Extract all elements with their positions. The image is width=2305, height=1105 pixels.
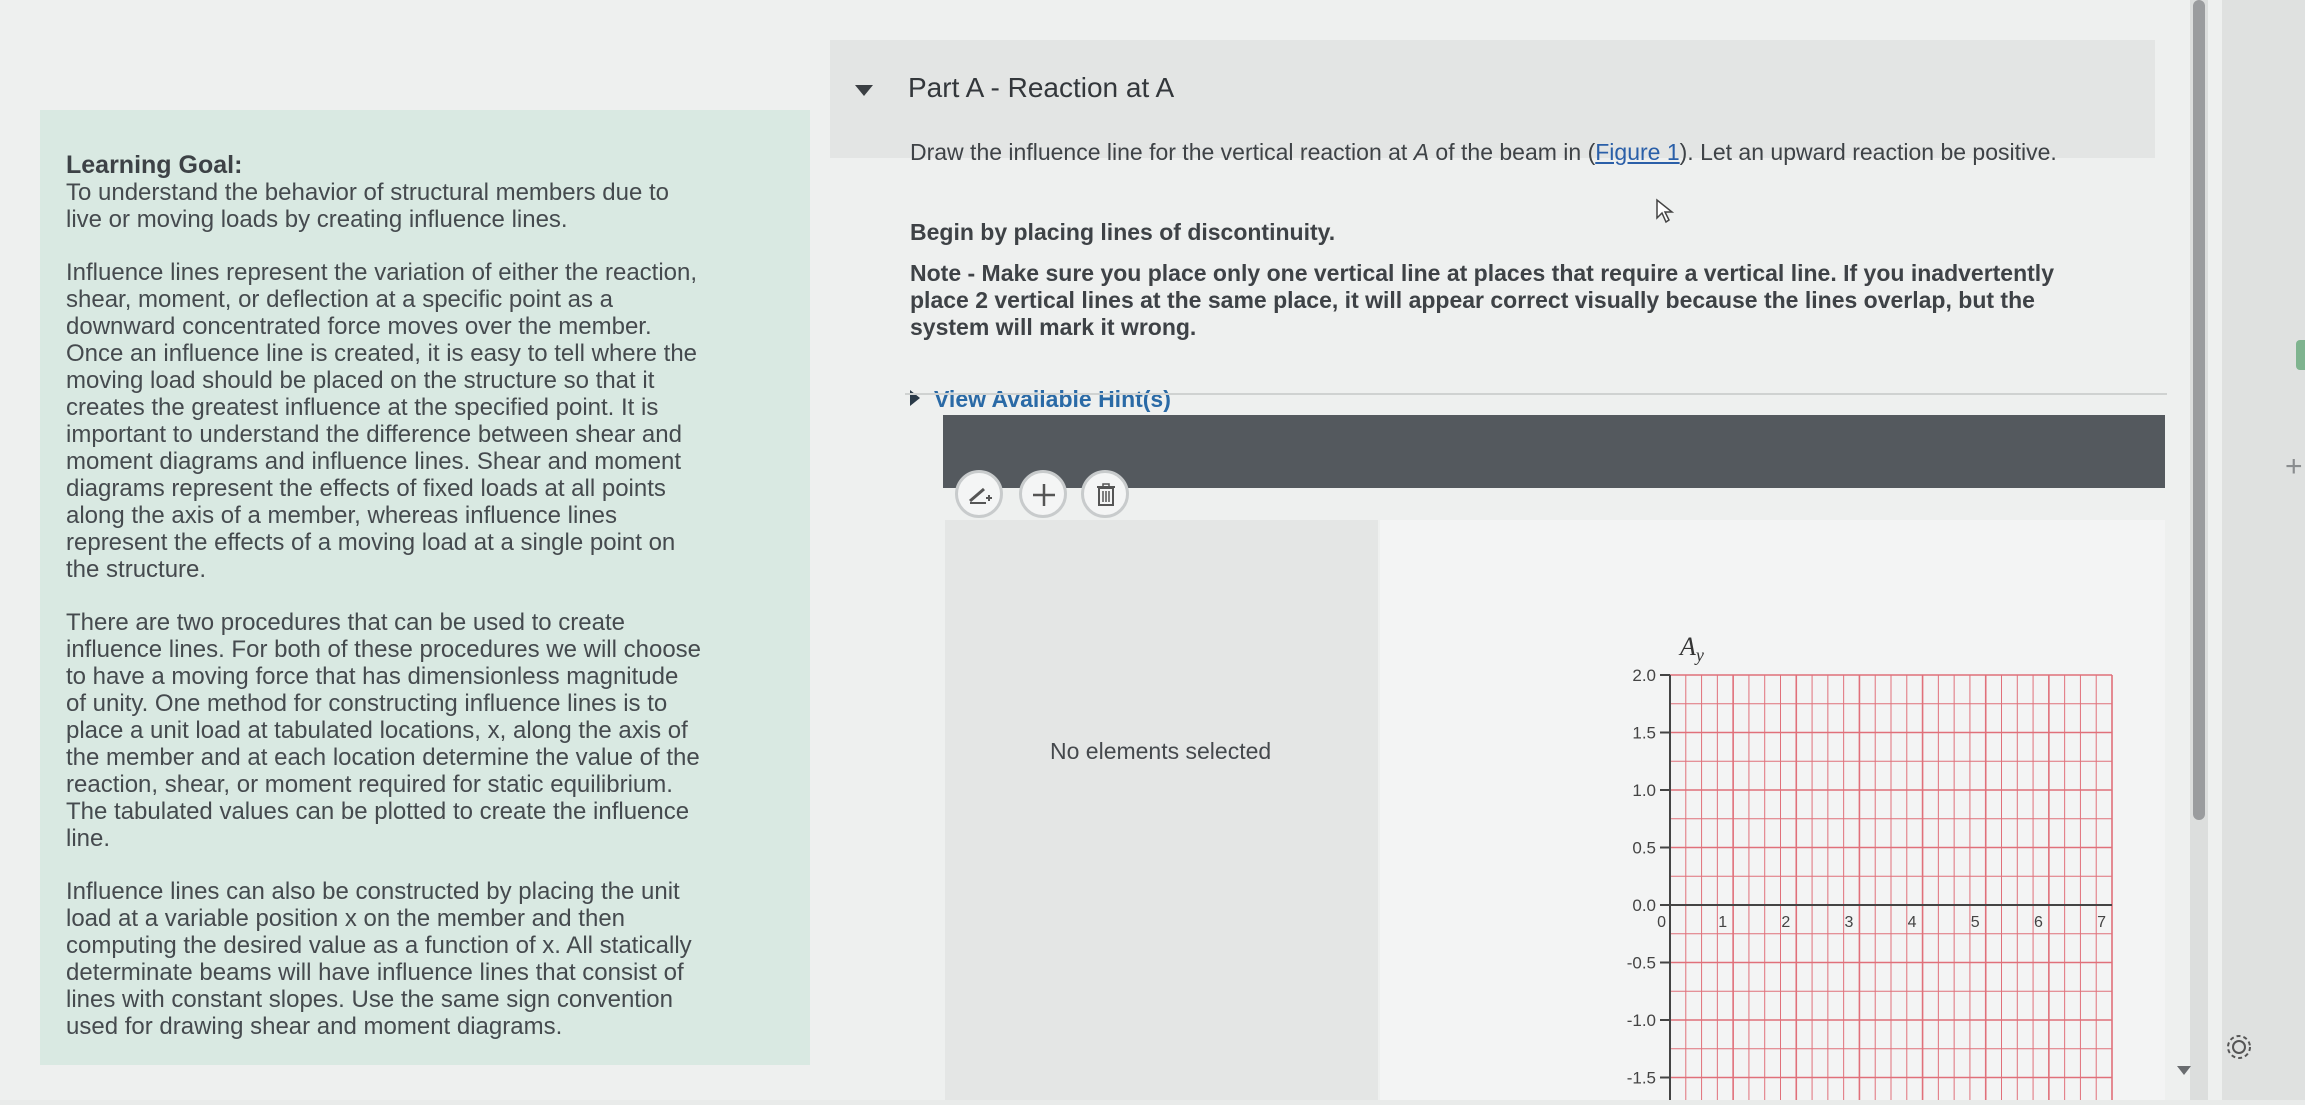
x-tick-label: 4 xyxy=(1908,914,1917,931)
note-text: Note - Make sure you place only one vert… xyxy=(910,260,2054,340)
add-button[interactable] xyxy=(1019,470,1067,518)
y-tick-label: -1.0 xyxy=(1627,1011,1656,1030)
figure-link[interactable]: Figure 1 xyxy=(1595,139,1679,165)
x-tick-label: 6 xyxy=(2034,914,2043,931)
hint-label: View Available Hint(s) xyxy=(934,386,1171,412)
side-tab[interactable] xyxy=(2296,340,2305,370)
y-tick-label: -1.5 xyxy=(1627,1069,1656,1088)
right-side-strip xyxy=(2222,0,2305,1100)
question-point-label: A xyxy=(1413,139,1430,165)
y-axis-label: Ay xyxy=(1678,632,1704,665)
influence-line-chart[interactable]: Ay 2.0 1.5 1.0 0.5 0.0 -0.5 -1.0 -1.5 0 1 2 3 4 5 6 7 xyxy=(1380,520,2165,1100)
y-tick-label: 0.0 xyxy=(1632,896,1656,915)
learning-goal-panel: Learning Goal: To understand the behavio… xyxy=(40,110,810,1065)
scrollbar-thumb[interactable] xyxy=(2193,0,2205,820)
x-tick-label: 7 xyxy=(2097,914,2106,931)
expand-plus-icon[interactable]: + xyxy=(2285,450,2303,484)
question-text-start: Draw the influence line for the vertical… xyxy=(910,139,1414,165)
delete-button[interactable] xyxy=(1081,470,1129,518)
drawing-toolbar xyxy=(943,415,2165,488)
mouse-cursor-icon xyxy=(1656,198,1675,224)
add-icon xyxy=(1033,484,1055,506)
selection-status: No elements selected xyxy=(1050,738,1272,764)
x-tick-labels: 0 1 2 3 4 5 6 7 xyxy=(1657,914,2106,931)
graph-canvas-area[interactable]: Ay 2.0 1.5 1.0 0.5 0.0 -0.5 -1.0 -1.5 0 1 2 3 4 5 6 7 xyxy=(1380,520,2165,1100)
question-text-middle: of the beam in ( xyxy=(1429,139,1596,165)
x-tick-label: 5 xyxy=(1971,914,1980,931)
trash-icon xyxy=(1097,483,1115,506)
learning-goal-paragraph-2: Influence lines represent the variation … xyxy=(66,259,698,583)
y-tick-label: 1.0 xyxy=(1632,781,1656,800)
learning-goal-paragraph-3: There are two procedures that can be use… xyxy=(66,609,702,852)
question-instruction: Draw the influence line for the vertical… xyxy=(910,138,2057,166)
question-text-end: ). Let an upward reaction be positive. xyxy=(1679,139,2057,165)
x-tick-label: 3 xyxy=(1845,914,1854,931)
section-divider xyxy=(905,393,2167,395)
chart-grid xyxy=(1669,674,2113,1100)
draw-line-button[interactable] xyxy=(955,470,1003,518)
y-tick-label: 1.5 xyxy=(1632,724,1656,743)
discontinuity-instruction: Begin by placing lines of discontinuity. xyxy=(910,219,1336,245)
y-tick-label: 0.5 xyxy=(1632,839,1656,858)
y-tick-label: -0.5 xyxy=(1627,954,1656,973)
y-tick-labels: 2.0 1.5 1.0 0.5 0.0 -0.5 -1.0 -1.5 xyxy=(1627,666,1670,1088)
x-tick-label: 2 xyxy=(1781,914,1790,931)
learning-goal-paragraph-4: Influence lines can also be constructed … xyxy=(66,878,692,1040)
gear-icon[interactable] xyxy=(2222,1030,2256,1064)
learning-goal-heading: Learning Goal: xyxy=(66,151,243,179)
collapse-caret-icon[interactable] xyxy=(855,85,873,96)
scroll-down-arrow-icon[interactable] xyxy=(2177,1066,2191,1075)
part-title: Part A - Reaction at A xyxy=(908,72,1175,103)
learning-goal-paragraph-1: To understand the behavior of structural… xyxy=(66,179,669,233)
x-tick-label: 0 xyxy=(1657,914,1666,931)
selection-panel xyxy=(945,520,1378,1100)
x-tick-label: 1 xyxy=(1718,914,1727,931)
y-tick-label: 2.0 xyxy=(1632,666,1656,685)
draw-line-icon xyxy=(969,487,992,504)
view-hints-toggle[interactable]: View Available Hint(s) xyxy=(910,385,1171,413)
